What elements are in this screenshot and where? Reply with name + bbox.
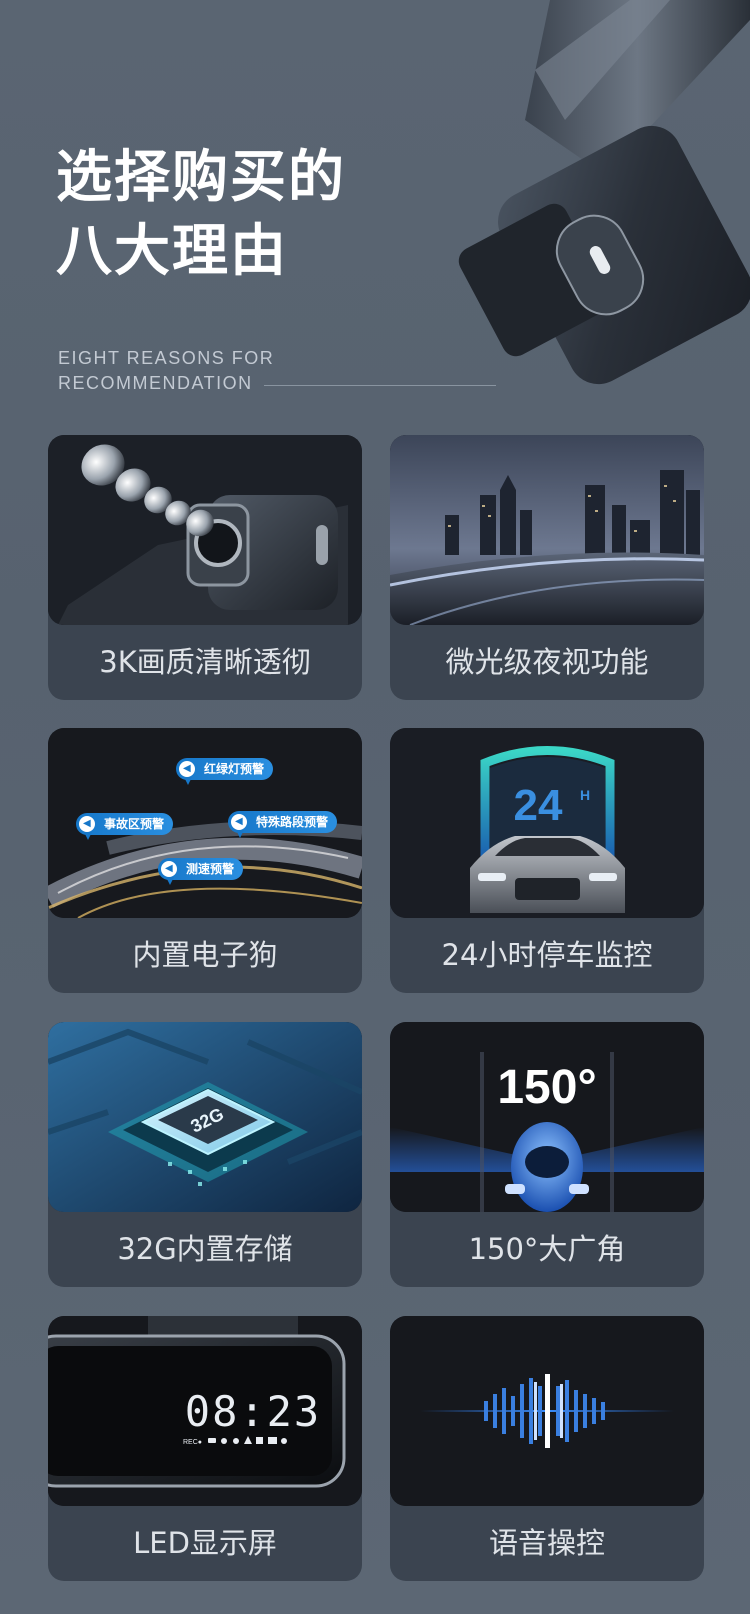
feature-card-night-vision: 微光级夜视功能 [390,435,704,700]
night-city-image [390,435,704,625]
feature-card-parking-monitor: 24 H 24小时停车监控 [390,728,704,993]
feature-card-led-display: 08:23 REC● LED显示屏 [48,1316,362,1581]
feature-card-electronic-dog: ◀ 红绿灯预警 ◀ 事故区预警 ◀ 特殊路段预警 ◀ 测速预警 内置电子狗 [48,728,362,993]
alert-tag-speed-camera: ◀ 测速预警 [158,858,244,885]
led-clock-text: 08:23 [185,1387,321,1436]
speaker-icon: ◀ [183,763,191,774]
parking-badge-number: 24 [514,781,563,830]
feature-label: 150°大广角 [468,1232,626,1266]
feature-label: 微光级夜视功能 [445,645,649,679]
alert-tag-traffic-light: ◀ 红绿灯预警 [176,758,274,785]
subtitle-line-1: EIGHT REASONS FOR [58,348,275,368]
led-status-text: REC● [183,1439,202,1446]
feature-label: 内置电子狗 [132,938,278,972]
page-title-line-2: 八大理由 [56,219,288,284]
dashcam-product-image [458,0,750,385]
wide-angle-value: 150° [497,1061,597,1114]
parking-shield-image: 24 H [390,728,704,918]
lens-image [48,435,362,625]
led-screen-image: 08:23 REC● [48,1316,362,1506]
feature-label: LED显示屏 [133,1526,277,1560]
feature-label: 32G内置存储 [117,1232,293,1266]
feature-label: 语音操控 [488,1526,605,1560]
parking-badge-hour: H [580,787,590,803]
feature-card-3k: 3K画质清晰透彻 [48,435,362,700]
speaker-icon: ◀ [83,818,91,829]
hero-section: 选择购买的 八大理由 EIGHT REASONS FOR RECOMMENDAT… [0,0,750,420]
feature-label: 3K画质清晰透彻 [99,645,311,679]
feature-card-wide-angle: 150° 150°大广角 [390,1022,704,1287]
voice-wave-image [390,1316,704,1506]
highway-image: ◀ 红绿灯预警 ◀ 事故区预警 ◀ 特殊路段预警 ◀ 测速预警 [48,728,362,918]
alert-tag-special-road: ◀ 特殊路段预警 [228,811,338,838]
speaker-icon: ◀ [165,863,173,874]
feature-label: 24小时停车监控 [441,938,653,972]
wide-angle-image: 150° [390,1022,704,1212]
feature-card-voice-control: 语音操控 [390,1316,704,1581]
subtitle-line-2: RECOMMENDATION [58,373,253,393]
page-subtitle: EIGHT REASONS FOR RECOMMENDATION [58,346,274,396]
chip-image: 32G [48,1022,362,1212]
alert-tag-accident-zone: ◀ 事故区预警 [76,813,174,840]
speaker-icon: ◀ [235,816,243,827]
feature-card-storage: 32G 32G内置存储 [48,1022,362,1287]
page-title-line-1: 选择购买的 [56,145,346,210]
